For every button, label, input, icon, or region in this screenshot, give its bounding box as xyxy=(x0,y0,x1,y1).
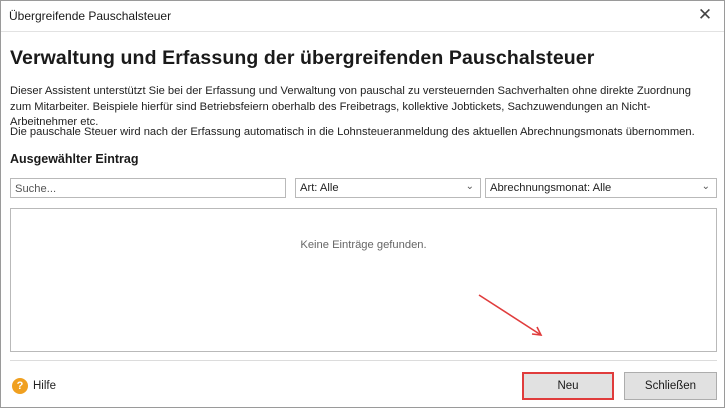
search-box[interactable] xyxy=(10,178,286,198)
window-title: Übergreifende Pauschalsteuer xyxy=(9,9,172,23)
footer-divider xyxy=(10,360,717,361)
search-input[interactable] xyxy=(11,180,285,198)
page-title: Verwaltung und Erfassung der übergreifen… xyxy=(10,47,595,69)
month-filter-select[interactable]: Abrechnungsmonat: Alle ⌄ xyxy=(485,178,717,198)
section-title: Ausgewählter Eintrag xyxy=(10,152,139,166)
entries-list[interactable]: Keine Einträge gefunden. xyxy=(10,208,717,352)
close-icon[interactable]: ✕ xyxy=(696,6,714,24)
arrow-annotation-icon xyxy=(478,294,543,336)
description-text: Dieser Assistent unterstützt Sie bei der… xyxy=(10,85,691,128)
help-icon: ? xyxy=(12,378,28,394)
chevron-down-icon: ⌄ xyxy=(701,181,710,192)
new-button[interactable]: Neu xyxy=(522,372,614,400)
art-filter-value: Art: Alle xyxy=(300,182,339,194)
close-button[interactable]: Schließen xyxy=(624,372,717,400)
help-label: Hilfe xyxy=(33,380,57,392)
month-filter-value: Abrechnungsmonat: Alle xyxy=(490,182,612,194)
description-note: Die pauschale Steuer wird nach der Erfas… xyxy=(10,126,695,138)
chevron-down-icon: ⌄ xyxy=(465,181,474,192)
title-bar: Übergreifende Pauschalsteuer ✕ xyxy=(1,1,724,32)
dialog-window: Übergreifende Pauschalsteuer ✕ Verwaltun… xyxy=(0,0,725,408)
art-filter-select[interactable]: Art: Alle ⌄ xyxy=(295,178,481,198)
empty-list-message: Keine Einträge gefunden. xyxy=(300,239,427,251)
